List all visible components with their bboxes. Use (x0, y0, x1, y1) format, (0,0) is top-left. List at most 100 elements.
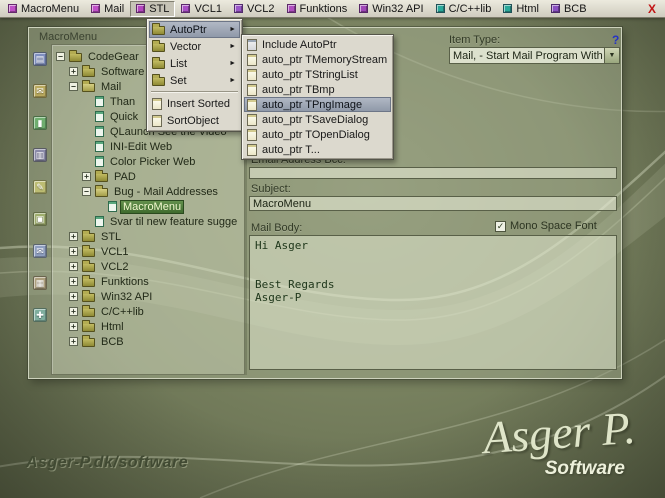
grid-icon[interactable]: ▦ (33, 276, 47, 290)
tools-icon[interactable]: ✚ (33, 308, 47, 322)
document-icon (152, 97, 162, 110)
tree-item-macromenu[interactable]: MacroMenu (52, 199, 244, 214)
tree-expander-plus-icon[interactable]: + (69, 307, 78, 316)
tree-expander-plus-icon[interactable]: + (69, 322, 78, 331)
save-icon[interactable]: ▥ (33, 148, 47, 162)
tree-item-label: Quick (110, 110, 139, 123)
tree-expander-plus-icon[interactable]: + (69, 247, 78, 256)
combo-arrow-icon[interactable] (604, 48, 619, 63)
menubar-item-mail[interactable]: Mail (85, 1, 130, 17)
tree-item-svar-til-new-feature-sugge[interactable]: Svar til new feature sugge (52, 214, 244, 229)
mono-space-label: Mono Space Font (510, 220, 597, 232)
menubar-item-label: STL (149, 2, 170, 15)
tree-item-label: VCL1 (101, 245, 129, 258)
screen: Asger-P.dk/software Asger P. Software Ma… (0, 0, 665, 498)
bookmark-icon[interactable]: ▮ (33, 116, 47, 130)
tree-item-stl[interactable]: + STL (52, 229, 244, 244)
mail-body-label: Mail Body: (251, 222, 303, 234)
subject-input[interactable] (249, 196, 617, 211)
menu-item-label: List (170, 57, 188, 70)
autoptr-menu-item-auto-ptr-tmemorystream[interactable]: auto_ptr TMemoryStream (244, 52, 391, 67)
menu-item-label: Include AutoPtr (262, 38, 337, 51)
stl-menu-item-set[interactable]: Set ► (149, 72, 240, 89)
mail-item-icon (95, 126, 104, 137)
tree-item-label: Svar til new feature sugge (110, 215, 238, 228)
document-icon (247, 68, 257, 81)
tree-item-label: Bug - Mail Addresses (114, 185, 218, 198)
tree-item-c-c-lib[interactable]: + C/C++lib (52, 304, 244, 319)
tree-expander-plus-icon[interactable]: + (69, 67, 78, 76)
mail-item-icon (95, 141, 104, 152)
tree-item-bug-mail-addresses[interactable]: − Bug - Mail Addresses (52, 184, 244, 199)
menu-cube-icon (435, 4, 445, 13)
menubar-item-label: MacroMenu (21, 2, 80, 15)
stl-menu-item-autoptr[interactable]: AutoPtr ► (149, 21, 240, 38)
folder-icon[interactable]: ▣ (33, 212, 47, 226)
document-icon (247, 98, 257, 111)
menubar-item-label: BCB (563, 2, 587, 15)
menubar-item-vcl1[interactable]: VCL1 (175, 1, 228, 17)
subject-label: Subject: (251, 183, 291, 195)
menubar-item-win32-api[interactable]: Win32 API (353, 1, 429, 17)
folder-icon (82, 275, 95, 287)
tree-item-funktions[interactable]: + Funktions (52, 274, 244, 289)
folder-icon (152, 57, 165, 69)
tree-item-html[interactable]: + Html (52, 319, 244, 334)
tree-expander-plus-icon[interactable]: + (69, 277, 78, 286)
tree-item-ini-edit-web[interactable]: INI-Edit Web (52, 139, 244, 154)
help-icon[interactable]: ? (612, 33, 619, 47)
tree-item-bcb[interactable]: + BCB (52, 334, 244, 349)
tree-item-vcl1[interactable]: + VCL1 (52, 244, 244, 259)
autoptr-menu-item-auto-ptr-tpngimage[interactable]: auto_ptr TPngImage (244, 97, 391, 112)
autoptr-menu-item-auto-ptr-tbmp[interactable]: auto_ptr TBmp (244, 82, 391, 97)
tree-expander-minus-icon[interactable]: − (82, 187, 91, 196)
menubar-item-funktions[interactable]: Funktions (281, 1, 354, 17)
menubar-item-vcl2[interactable]: VCL2 (228, 1, 281, 17)
mail-body-textarea[interactable]: Hi Asger Best Regards Asger-P (249, 235, 617, 370)
folder-icon (82, 245, 95, 257)
menu-item-label: SortObject (167, 114, 219, 127)
tree-expander-plus-icon[interactable]: + (82, 172, 91, 181)
menubar-item-html[interactable]: Html (497, 1, 545, 17)
menubar-item-stl[interactable]: STL (130, 0, 176, 17)
stl-menu-item-vector[interactable]: Vector ► (149, 38, 240, 55)
notes-icon[interactable]: ▤ (33, 52, 47, 66)
tree-item-win32-api[interactable]: + Win32 API (52, 289, 244, 304)
tree-expander-plus-icon[interactable]: + (69, 292, 78, 301)
mail-icon[interactable]: ✉ (33, 84, 47, 98)
stl-menu-item-insert-sorted[interactable]: Insert Sorted (149, 95, 240, 112)
menubar-item-label: C/C++lib (448, 2, 492, 15)
menubar-item-bcb[interactable]: BCB (545, 1, 593, 17)
bcc-input[interactable] (249, 167, 617, 179)
edit-icon[interactable]: ✎ (33, 180, 47, 194)
tree-item-pad[interactable]: + PAD (52, 169, 244, 184)
tree-expander-plus-icon[interactable]: + (69, 262, 78, 271)
stl-menu-item-list[interactable]: List ► (149, 55, 240, 72)
document-icon (247, 113, 257, 126)
tree-expander-minus-icon[interactable]: − (69, 82, 78, 91)
menubar-item-c-c-lib[interactable]: C/C++lib (430, 1, 498, 17)
send-icon[interactable]: ✉ (33, 244, 47, 258)
mono-space-checkbox[interactable]: ✓ Mono Space Font (495, 220, 597, 232)
tree-item-color-picker-web[interactable]: Color Picker Web (52, 154, 244, 169)
menu-cube-icon (181, 4, 191, 13)
stl-menu-item-sortobject[interactable]: SortObject (149, 112, 240, 129)
menubar-item-macromenu[interactable]: MacroMenu (2, 1, 85, 17)
autoptr-menu-item-auto-ptr-tsavedialog[interactable]: auto_ptr TSaveDialog (244, 112, 391, 127)
tree-expander-plus-icon[interactable]: + (69, 337, 78, 346)
close-button[interactable]: X (643, 2, 661, 16)
autoptr-menu-item-auto-ptr-t[interactable]: auto_ptr T... (244, 142, 391, 157)
autoptr-menu-item-auto-ptr-topendialog[interactable]: auto_ptr TOpenDialog (244, 127, 391, 142)
checkbox-check-icon[interactable]: ✓ (495, 220, 506, 232)
tree-item-vcl2[interactable]: + VCL2 (52, 259, 244, 274)
item-type-combobox[interactable]: Mail, - Start Mail Program With Rece (449, 47, 620, 64)
autoptr-menu-item-include-autoptr[interactable]: Include AutoPtr (244, 37, 391, 52)
autoptr-menu-item-auto-ptr-tstringlist[interactable]: auto_ptr TStringList (244, 67, 391, 82)
mail-item-icon (95, 96, 104, 107)
tree-expander-minus-icon[interactable]: − (56, 52, 65, 61)
tree-expander-plus-icon[interactable]: + (69, 232, 78, 241)
